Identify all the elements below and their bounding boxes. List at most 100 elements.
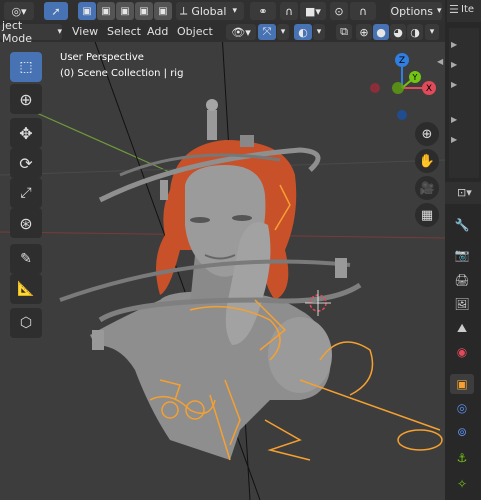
output-properties-icon[interactable]: 🖨 bbox=[450, 270, 474, 290]
overlays-toggle[interactable]: ◐ bbox=[294, 24, 312, 40]
chevron-down-icon: ▾ bbox=[436, 6, 442, 16]
overlay-circles-icon: ◐ bbox=[298, 25, 308, 39]
menu-object[interactable]: Object bbox=[177, 24, 213, 40]
chess-piece bbox=[207, 110, 217, 140]
select-subtract-icon: ▣ bbox=[120, 5, 130, 17]
xray-toggle[interactable]: ⧉ bbox=[336, 24, 352, 40]
rotate-tool-icon: ⟳ bbox=[19, 153, 33, 173]
tool-select-box[interactable]: ⬚ bbox=[10, 52, 42, 82]
bust-shoulder bbox=[268, 317, 332, 393]
outliner-row-expand[interactable]: ▶ bbox=[451, 135, 475, 147]
add-cube-icon: ⬡ bbox=[19, 315, 33, 331]
tool-annotate[interactable]: ✎ bbox=[10, 244, 42, 274]
ortho-toggle-button[interactable]: ▦ bbox=[415, 203, 439, 227]
shading-wireframe-button[interactable]: ⊕ bbox=[356, 24, 372, 40]
3d-viewport[interactable]: ◎▾ ➚ ▣ ▣ ▣ ▣ ▣ ⟂ Global ▾ ⚭ ∩ ■▾ ⊙ ∩ Opt… bbox=[0, 0, 445, 500]
select-mode-invert-button[interactable]: ▣ bbox=[135, 2, 153, 20]
gizmo-arrows-icon: ⤧ bbox=[262, 25, 272, 38]
physics-properties-icon[interactable]: ⊚ bbox=[450, 422, 474, 442]
tool-scale[interactable]: ⤢ bbox=[10, 178, 42, 208]
tool-properties-icon[interactable]: 🔧 bbox=[450, 215, 474, 235]
select-mode-new-button[interactable]: ▣ bbox=[78, 2, 96, 20]
snap-magnet-icon: ∩ bbox=[284, 4, 294, 18]
outliner-row-expand[interactable]: ▶ bbox=[451, 40, 475, 52]
falloff-dropdown[interactable]: ∩ bbox=[350, 2, 376, 20]
outliner-row-expand[interactable]: ▶ bbox=[451, 80, 475, 92]
object-properties-icon[interactable]: ▣ bbox=[450, 374, 474, 394]
menu-select[interactable]: Select bbox=[107, 24, 141, 40]
solid-sphere-icon: ● bbox=[376, 25, 386, 39]
view-layer-icon[interactable]: 🖼 bbox=[450, 294, 474, 314]
tool-add-cube[interactable]: ⬡ bbox=[10, 308, 42, 338]
pivot-icon: ⚭ bbox=[258, 4, 268, 18]
mode-label: ject Mode bbox=[2, 19, 32, 45]
select-mode-intersect-button[interactable]: ▣ bbox=[154, 2, 172, 20]
proportional-editing-toggle[interactable]: ⊙ bbox=[330, 2, 348, 20]
move-tool-icon: ✥ bbox=[19, 123, 33, 143]
cursor-select-icon: ➚ bbox=[51, 4, 61, 18]
select-mode-subtract-button[interactable]: ▣ bbox=[116, 2, 134, 20]
cursor-tool-icon: ⊕ bbox=[19, 89, 33, 109]
gizmo-toggle[interactable]: ⤧ bbox=[258, 24, 276, 40]
zoom-button[interactable]: ⊕ bbox=[415, 122, 439, 146]
gizmo-dropdown[interactable]: ▾ bbox=[277, 24, 289, 40]
select-extend-icon: ▣ bbox=[101, 5, 111, 17]
tool-cursor[interactable]: ⊕ bbox=[10, 84, 42, 114]
annotate-pen-icon: ✎ bbox=[20, 251, 32, 267]
modifier-properties-icon[interactable]: ◎ bbox=[450, 398, 474, 418]
chevron-down-icon: ▾ bbox=[57, 27, 62, 37]
collection-label: (0) Scene Collection | rig bbox=[60, 68, 184, 79]
snap-toggle[interactable]: ∩ bbox=[280, 2, 298, 20]
object-data-icon[interactable]: ⚓ bbox=[450, 448, 474, 468]
shading-material-button[interactable]: ◕ bbox=[390, 24, 406, 40]
grid-icon: ▦ bbox=[420, 207, 434, 223]
bone-properties-icon[interactable]: ✧ bbox=[450, 474, 474, 494]
shading-rendered-button[interactable]: ◑ bbox=[407, 24, 423, 40]
overlays-dropdown[interactable]: ▾ bbox=[313, 24, 325, 40]
outliner-row-expand[interactable]: ▶ bbox=[451, 115, 475, 127]
viewport-header: ◎▾ ➚ ▣ ▣ ▣ ▣ ▣ ⟂ Global ▾ ⚭ ∩ ■▾ ⊙ ∩ Opt… bbox=[0, 0, 445, 22]
options-label: Options bbox=[390, 4, 433, 18]
select-tool-button[interactable]: ➚ bbox=[44, 2, 68, 20]
editor-type-button[interactable]: ◎▾ bbox=[4, 2, 34, 20]
select-box-icon: ▣ bbox=[82, 5, 92, 17]
tool-rotate[interactable]: ⟳ bbox=[10, 148, 42, 178]
gizmo-y-label: Y bbox=[412, 73, 418, 82]
globe-icon: ◎▾ bbox=[11, 4, 27, 18]
viewport-gizmo-toggle[interactable]: 👁▾ bbox=[226, 24, 256, 40]
navigation-gizmo[interactable]: Z X Y bbox=[365, 50, 440, 125]
tool-move[interactable]: ✥ bbox=[10, 118, 42, 148]
mode-dropdown[interactable]: ject Mode ▾ bbox=[0, 19, 62, 45]
scene-properties-icon[interactable]: ⛰ bbox=[450, 318, 474, 338]
scale-tool-icon: ⤢ bbox=[20, 185, 32, 201]
outliner-row-expand[interactable]: ▶ bbox=[451, 60, 475, 72]
orientation-icon: ⟂ bbox=[180, 4, 188, 17]
transform-orientation-label: Global bbox=[191, 4, 227, 18]
render-properties-icon[interactable]: 📷 bbox=[450, 245, 474, 265]
menu-view[interactable]: View bbox=[72, 24, 98, 40]
snap-increment-icon: ■▾ bbox=[305, 4, 321, 18]
material-sphere-icon: ◕ bbox=[393, 25, 403, 39]
properties-editor-icon[interactable]: ⊡▾ bbox=[457, 186, 472, 199]
transform-orientation-dropdown[interactable]: ⟂ Global ▾ bbox=[176, 2, 244, 20]
menu-add[interactable]: Add bbox=[147, 24, 168, 40]
tool-measure[interactable]: 📐 bbox=[10, 274, 42, 304]
pan-button[interactable]: ✋ bbox=[415, 149, 439, 173]
snap-element-dropdown[interactable]: ■▾ bbox=[300, 2, 326, 20]
world-properties-icon[interactable]: ◉ bbox=[450, 342, 474, 362]
tool-transform[interactable]: ⊛ bbox=[10, 208, 42, 238]
pivot-point-dropdown[interactable]: ⚭ bbox=[250, 2, 276, 20]
outliner-editor-icon[interactable]: ☰ bbox=[449, 3, 459, 16]
options-dropdown[interactable]: Options ▾ bbox=[390, 2, 442, 20]
gizmo-z-label: Z bbox=[399, 56, 405, 66]
camera-icon: 🎥 bbox=[419, 181, 435, 195]
shading-dropdown[interactable]: ▾ bbox=[425, 24, 439, 40]
sidebar-toggle-arrow[interactable]: ◀ bbox=[437, 57, 443, 66]
gizmo-x-label: X bbox=[426, 84, 432, 94]
shading-solid-button[interactable]: ● bbox=[373, 24, 389, 40]
select-mode-extend-button[interactable]: ▣ bbox=[97, 2, 115, 20]
camera-view-button[interactable]: 🎥 bbox=[415, 176, 439, 200]
select-box-tool-icon: ⬚ bbox=[19, 59, 33, 75]
xray-icon: ⧉ bbox=[340, 25, 348, 38]
measure-ruler-icon: 📐 bbox=[17, 281, 35, 297]
